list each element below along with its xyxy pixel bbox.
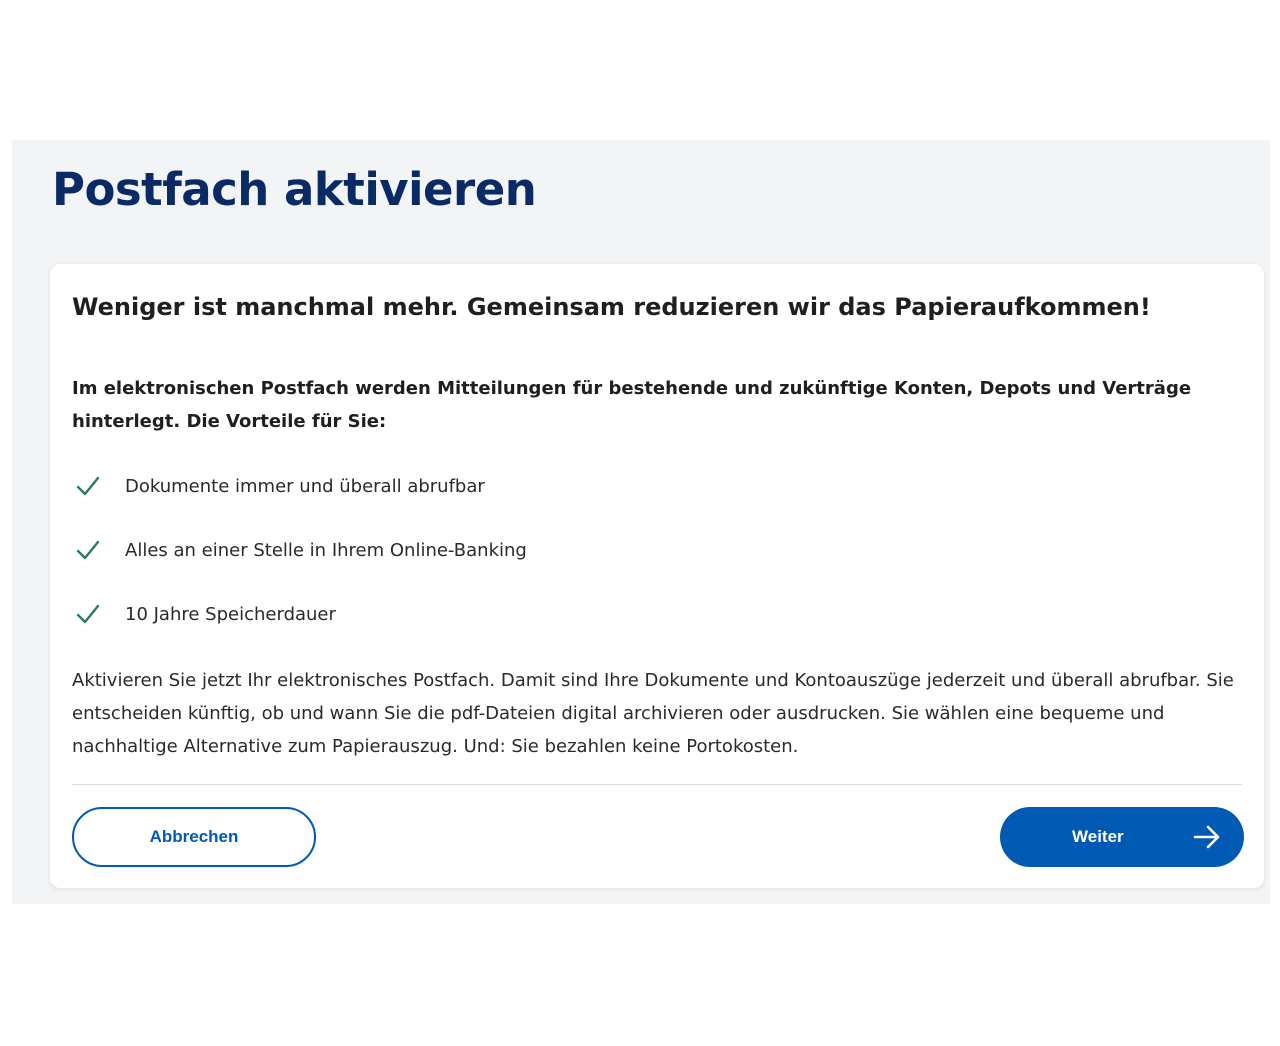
next-button-label: Weiter	[1072, 827, 1124, 846]
card-headline: Weniger ist manchmal mehr. Gemeinsam red…	[72, 293, 1151, 321]
benefit-label: 10 Jahre Speicherdauer	[125, 603, 336, 625]
benefit-item: Alles an einer Stelle in Ihrem Online-Ba…	[74, 534, 527, 566]
check-icon	[76, 476, 100, 496]
benefit-item: 10 Jahre Speicherdauer	[74, 598, 527, 630]
check-icon	[76, 540, 100, 560]
benefit-list: Dokumente immer und überall abrufbar All…	[74, 470, 527, 662]
card-intro: Im elektronischen Postfach werden Mittei…	[72, 378, 1192, 432]
page-panel: Postfach aktivieren Weniger ist manchmal…	[12, 140, 1270, 904]
arrow-right-icon	[1193, 825, 1220, 849]
page-title: Postfach aktivieren	[52, 163, 537, 216]
benefit-label: Alles an einer Stelle in Ihrem Online-Ba…	[125, 539, 527, 561]
card-body-text: Aktivieren Sie jetzt Ihr elektronisches …	[72, 670, 1234, 757]
activation-card: Weniger ist manchmal mehr. Gemeinsam red…	[50, 264, 1264, 888]
cancel-button[interactable]: Abbrechen	[72, 807, 316, 867]
benefit-item: Dokumente immer und überall abrufbar	[74, 470, 527, 502]
check-icon	[76, 604, 100, 624]
cancel-button-label: Abbrechen	[149, 827, 239, 846]
divider	[72, 784, 1242, 785]
benefit-label: Dokumente immer und überall abrufbar	[125, 475, 485, 497]
next-button[interactable]: Weiter	[1000, 807, 1244, 867]
